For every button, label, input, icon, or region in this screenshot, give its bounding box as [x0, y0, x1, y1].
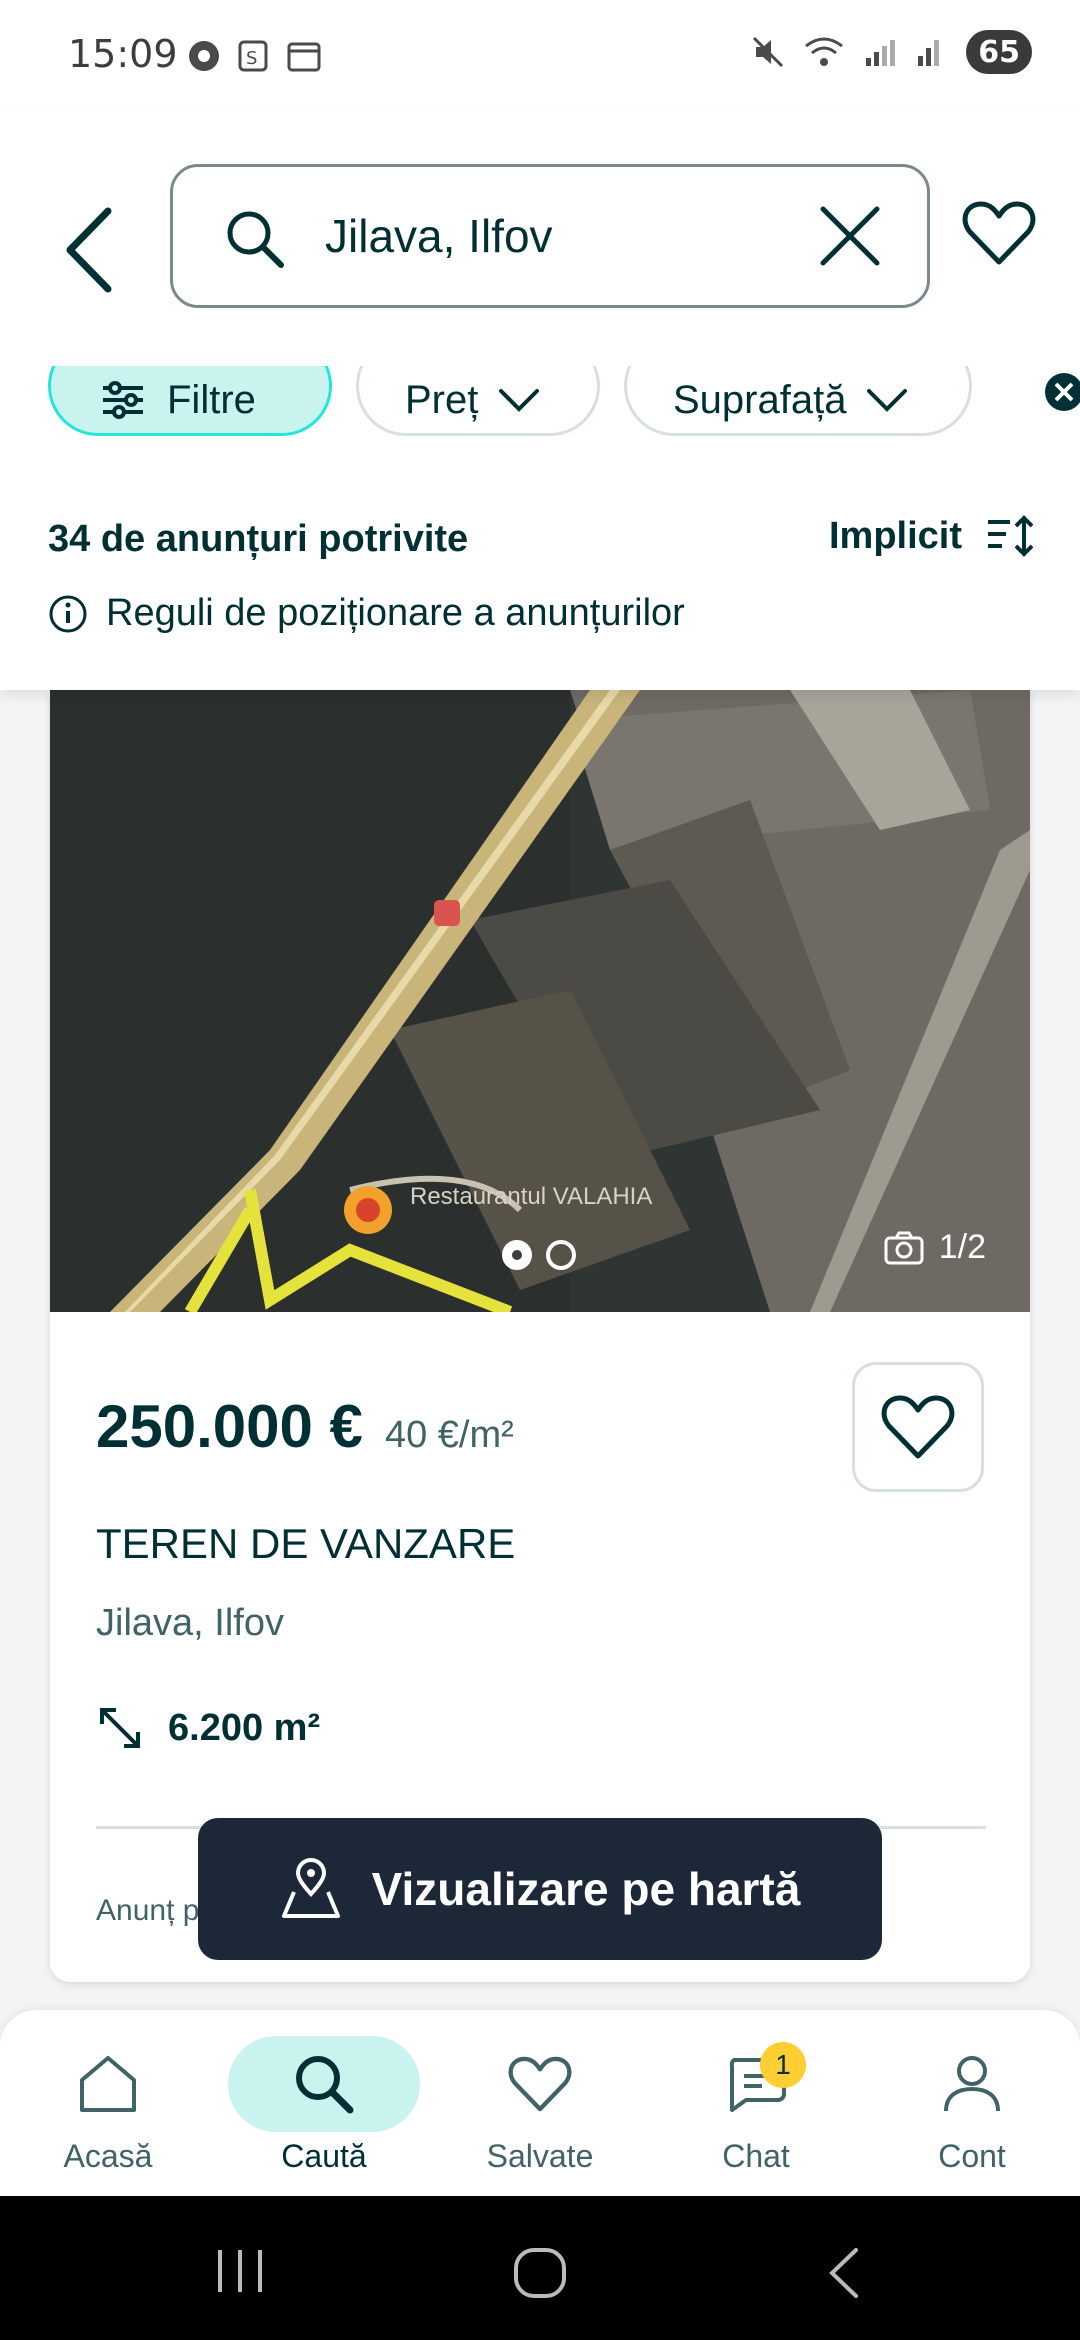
mute-icon	[753, 36, 784, 68]
nav-saved[interactable]: Salvate	[440, 2036, 640, 2175]
filter-chip-label: Filtre	[167, 377, 256, 422]
camera-icon	[884, 1231, 924, 1264]
search-icon	[296, 2056, 354, 2114]
listing-photo[interactable]: Restaurantul VALAHIA 1/2	[50, 690, 1030, 1312]
notification-icons: S	[186, 38, 322, 74]
search-icon	[227, 211, 284, 268]
search-header: Jilava, Ilfov Filtre Preț Suprafață 34 d…	[0, 110, 1080, 690]
system-icons: 65	[750, 30, 1032, 74]
battery-indicator: 65	[966, 30, 1032, 74]
listing-title: TEREN DE VANZARE	[96, 1520, 516, 1567]
nav-account[interactable]: Cont	[872, 2036, 1072, 2175]
nav-account-icon-wrap	[876, 2036, 1068, 2132]
nav-saved-icon-wrap	[444, 2036, 636, 2132]
results-count: 34 de anunțuri potrivite	[48, 518, 469, 560]
sort-icon	[988, 515, 1034, 557]
signal-roaming-icon	[918, 40, 940, 66]
pagination-dot	[546, 1240, 576, 1270]
nav-chat-icon-wrap: 1	[660, 2036, 852, 2132]
filter-chip[interactable]: Filtre	[48, 366, 332, 436]
recent-apps-icon[interactable]	[212, 2246, 268, 2296]
home-icon	[80, 2056, 136, 2112]
area-chip-label: Suprafață	[673, 377, 847, 422]
sort-button[interactable]: Implicit	[829, 514, 1034, 558]
status-bar: 15:09 S 65	[0, 0, 1080, 110]
chrome-icon	[189, 41, 219, 71]
save-search-heart-icon[interactable]	[962, 200, 1036, 266]
listing-price: 250.000 €	[96, 1393, 363, 1460]
nav-search-label: Caută	[281, 2138, 367, 2174]
listing-location: Jilava, Ilfov	[96, 1602, 284, 1644]
ranking-rules-link[interactable]: Reguli de poziționare a anunțurilor	[48, 592, 685, 635]
back-button[interactable]	[60, 200, 130, 300]
heart-icon	[508, 2056, 572, 2112]
nav-home-label: Acasă	[63, 2138, 153, 2174]
chat-badge: 1	[760, 2042, 806, 2088]
status-time: 15:09	[68, 32, 178, 76]
search-input[interactable]: Jilava, Ilfov	[170, 164, 930, 308]
favorite-button[interactable]	[852, 1362, 984, 1492]
home-button-icon[interactable]	[512, 2246, 568, 2300]
nav-home-icon-wrap	[12, 2036, 204, 2132]
listing-area-value: 6.200 m²	[168, 1706, 321, 1749]
price-chip[interactable]: Preț	[356, 366, 600, 436]
ranking-rules-text: Reguli de poziționare a anunțurilor	[106, 592, 685, 634]
nav-account-label: Cont	[938, 2138, 1006, 2174]
photo-counter-text: 1/2	[938, 1228, 986, 1266]
photo-pagination	[502, 1240, 576, 1270]
heart-icon	[881, 1395, 955, 1459]
nav-search-icon-wrap	[228, 2036, 420, 2132]
nav-saved-label: Salvate	[486, 2138, 594, 2174]
listing-card[interactable]: Restaurantul VALAHIA 1/2 250.000 € 40 €/…	[50, 690, 1030, 1982]
signal-icon	[866, 40, 896, 66]
user-icon	[944, 2056, 1000, 2112]
close-icon[interactable]	[817, 203, 883, 269]
pagination-dot-active	[502, 1240, 532, 1270]
price-chip-label: Preț	[405, 377, 479, 422]
view-on-map-button[interactable]: Vizualizare pe hartă	[198, 1818, 882, 1960]
nav-chat[interactable]: 1 Chat	[656, 2036, 856, 2175]
map-pin-icon	[281, 1858, 340, 1918]
s-app-icon: S	[238, 40, 268, 72]
sort-label: Implicit	[828, 514, 962, 557]
listing-footer-note: Anunț p	[96, 1894, 200, 1927]
system-navigation-bar	[0, 2196, 1080, 2340]
price-per-m2: 40 €/m²	[384, 1414, 514, 1456]
nav-home[interactable]: Acasă	[8, 2036, 208, 2175]
wifi-icon	[805, 37, 844, 66]
svg-text:S: S	[246, 48, 257, 69]
view-on-map-label: Vizualizare pe hartă	[371, 1863, 801, 1915]
map-caption: Restaurantul VALAHIA	[410, 1183, 652, 1210]
chevron-down-icon	[867, 389, 908, 412]
satellite-map-image: Restaurantul VALAHIA	[50, 690, 1030, 1312]
nav-search[interactable]: Caută	[224, 2036, 424, 2175]
clear-filters-icon[interactable]	[1044, 372, 1080, 412]
sliders-icon	[103, 381, 143, 419]
resize-arrows-icon	[100, 1708, 140, 1748]
filter-chips: Filtre Preț Suprafață	[48, 366, 1080, 462]
chevron-left-icon	[66, 207, 112, 293]
price-block: 250.000 € 40 €/m²	[96, 1392, 514, 1461]
chevron-down-icon	[499, 389, 540, 412]
listing-area: 6.200 m²	[96, 1704, 320, 1752]
bottom-navigation: Acasă Caută Salvate 1 Chat Cont	[0, 2010, 1080, 2196]
area-chip[interactable]: Suprafață	[624, 366, 972, 436]
back-system-icon[interactable]	[824, 2246, 864, 2300]
calendar-icon	[287, 42, 321, 72]
nav-chat-label: Chat	[722, 2138, 790, 2174]
search-query: Jilava, Ilfov	[325, 210, 553, 262]
info-icon	[49, 595, 87, 632]
photo-counter: 1/2	[883, 1228, 986, 1267]
